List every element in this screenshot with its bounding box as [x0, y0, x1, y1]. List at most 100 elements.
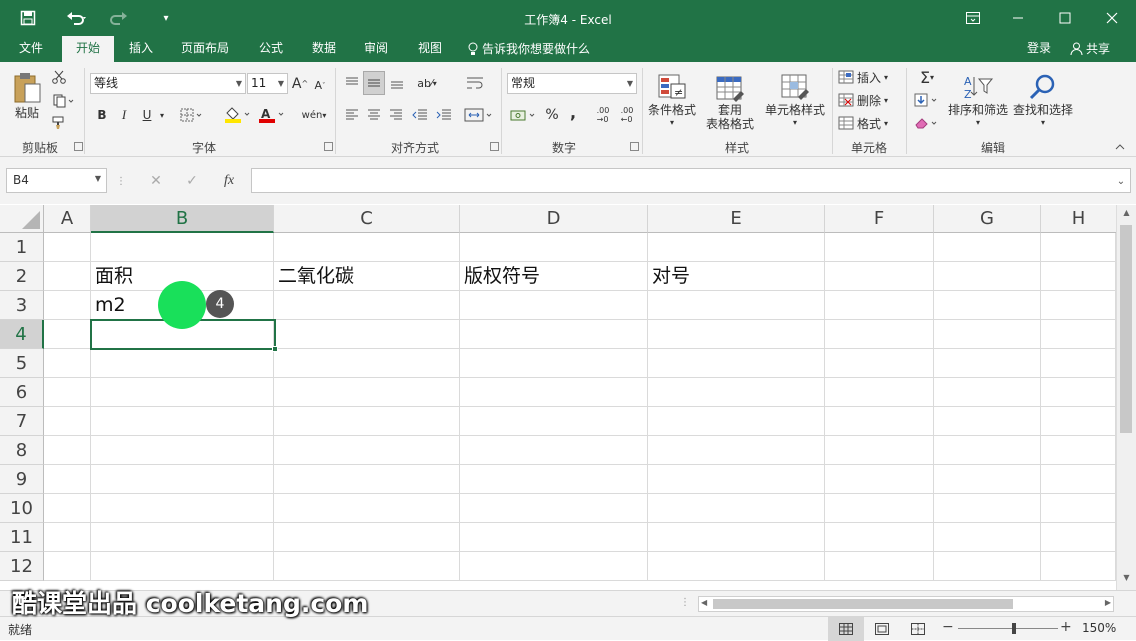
row-header-11[interactable]: 11 [0, 523, 44, 552]
grid-cell[interactable] [825, 436, 934, 465]
grid-cell[interactable] [648, 523, 825, 552]
row-header-2[interactable]: 2 [0, 262, 44, 291]
format-as-table-button[interactable]: 套用 表格格式 [700, 68, 760, 138]
grid-cell[interactable] [648, 494, 825, 523]
tell-me-box[interactable]: 告诉我你想要做什么 [468, 36, 600, 62]
grid-cell[interactable] [44, 320, 91, 349]
expand-formula-bar-icon[interactable]: ⌄ [1114, 173, 1128, 189]
column-header-c[interactable]: C [274, 205, 460, 233]
row-header-1[interactable]: 1 [0, 233, 44, 262]
tab-formulas[interactable]: 公式 [250, 36, 292, 62]
row-header-4[interactable]: 4 [0, 320, 44, 349]
grid-cell[interactable] [460, 465, 648, 494]
row-header-7[interactable]: 7 [0, 407, 44, 436]
grid-cell[interactable] [44, 465, 91, 494]
insert-function-icon[interactable]: fx [216, 171, 242, 191]
formula-input[interactable] [251, 168, 1131, 193]
insert-cells-button[interactable]: 插入 ▾ [838, 68, 900, 86]
delete-cells-button[interactable]: 删除 ▾ [838, 91, 900, 109]
cell-d2[interactable]: 版权符号 [460, 262, 648, 291]
grid-cell[interactable] [1041, 349, 1116, 378]
align-center-icon[interactable] [364, 105, 384, 125]
share-button[interactable]: 共享 [1062, 36, 1118, 62]
row-header-8[interactable]: 8 [0, 436, 44, 465]
grid-cell[interactable] [91, 436, 274, 465]
font-name-select[interactable]: 等线 ▼ [90, 73, 246, 94]
grid-cell[interactable] [91, 465, 274, 494]
find-select-button[interactable]: 查找和选择 ▾ [1012, 68, 1074, 132]
wrap-text-icon[interactable] [462, 72, 488, 94]
tab-data[interactable]: 数据 [302, 36, 346, 62]
grid-cell[interactable] [1041, 436, 1116, 465]
grid-cell[interactable] [648, 233, 825, 262]
grid-cell[interactable] [460, 523, 648, 552]
number-format-select[interactable]: 常规 ▼ [507, 73, 637, 94]
font-launcher-icon[interactable] [324, 142, 333, 151]
vertical-scroll-thumb[interactable] [1120, 225, 1132, 433]
sort-filter-button[interactable]: AZ 排序和筛选 ▾ [946, 68, 1010, 132]
align-bottom-icon[interactable] [387, 72, 407, 94]
format-painter-icon[interactable] [50, 114, 68, 132]
collapse-ribbon-icon[interactable] [1112, 140, 1128, 154]
grid-cell[interactable] [934, 233, 1041, 262]
row-header-5[interactable]: 5 [0, 349, 44, 378]
page-break-view-icon[interactable] [908, 621, 928, 637]
grid-cell[interactable] [460, 436, 648, 465]
paste-button[interactable]: 粘贴 [10, 68, 44, 124]
name-box[interactable]: B4 ▼ [6, 168, 107, 193]
grid-cell[interactable] [91, 407, 274, 436]
grid-cell[interactable] [825, 349, 934, 378]
grid-cell[interactable] [274, 378, 460, 407]
shrink-font-icon[interactable]: Aˇ [312, 75, 328, 96]
cancel-entry-icon[interactable]: ✕ [144, 171, 168, 191]
grid-cell[interactable] [274, 320, 460, 349]
grid-cell[interactable] [825, 523, 934, 552]
grid-cell[interactable] [934, 262, 1041, 291]
grid-cell[interactable] [648, 349, 825, 378]
zoom-in-icon[interactable]: + [1060, 619, 1072, 635]
grid-cell[interactable] [91, 233, 274, 262]
copy-icon[interactable] [50, 92, 78, 110]
grid-cell[interactable] [825, 465, 934, 494]
column-header-d[interactable]: D [460, 205, 648, 233]
accounting-format-icon[interactable] [508, 105, 540, 125]
zoom-slider-thumb[interactable] [1012, 623, 1016, 634]
grid-cell[interactable] [1041, 262, 1116, 291]
font-color-icon[interactable]: A [256, 105, 288, 125]
cell-styles-button[interactable]: 单元格样式 ▾ [762, 68, 828, 132]
minimize-icon[interactable] [998, 0, 1038, 36]
grid-cell[interactable] [44, 407, 91, 436]
grid-cell[interactable] [825, 320, 934, 349]
grid-cell[interactable] [44, 378, 91, 407]
grid-cell[interactable] [274, 465, 460, 494]
scroll-right-icon[interactable]: ▶ [1105, 598, 1111, 607]
grid-cell[interactable] [648, 291, 825, 320]
grid-cell[interactable] [934, 320, 1041, 349]
tab-insert[interactable]: 插入 [118, 36, 164, 62]
grid-cell[interactable] [934, 465, 1041, 494]
grid-cell[interactable] [825, 291, 934, 320]
grid-cell[interactable] [274, 523, 460, 552]
clipboard-launcher-icon[interactable] [74, 142, 83, 151]
grid-cell[interactable] [1041, 465, 1116, 494]
decrease-decimal-icon[interactable]: .00 ←0 [616, 105, 638, 125]
phonetic-guide-icon[interactable]: wén ▾ [298, 105, 330, 125]
column-header-f[interactable]: F [825, 205, 934, 233]
cell-e2[interactable]: 对号 [648, 262, 825, 291]
fill-color-icon[interactable] [222, 105, 254, 125]
grid-cell[interactable] [274, 552, 460, 581]
grid-cell[interactable] [274, 349, 460, 378]
cut-icon[interactable] [50, 68, 68, 86]
row-header-12[interactable]: 12 [0, 552, 44, 581]
zoom-out-icon[interactable]: − [942, 619, 954, 635]
zoom-level[interactable]: 150% [1082, 621, 1116, 635]
grid-cell[interactable] [934, 378, 1041, 407]
underline-dropdown-icon[interactable]: ▾ [156, 105, 168, 125]
grid-cell[interactable] [825, 378, 934, 407]
grid-cell[interactable] [934, 494, 1041, 523]
grid-cell[interactable] [91, 349, 274, 378]
tab-review[interactable]: 审阅 [354, 36, 398, 62]
grid-cell[interactable] [44, 494, 91, 523]
grid-cell[interactable] [460, 552, 648, 581]
grid-cell[interactable] [274, 233, 460, 262]
